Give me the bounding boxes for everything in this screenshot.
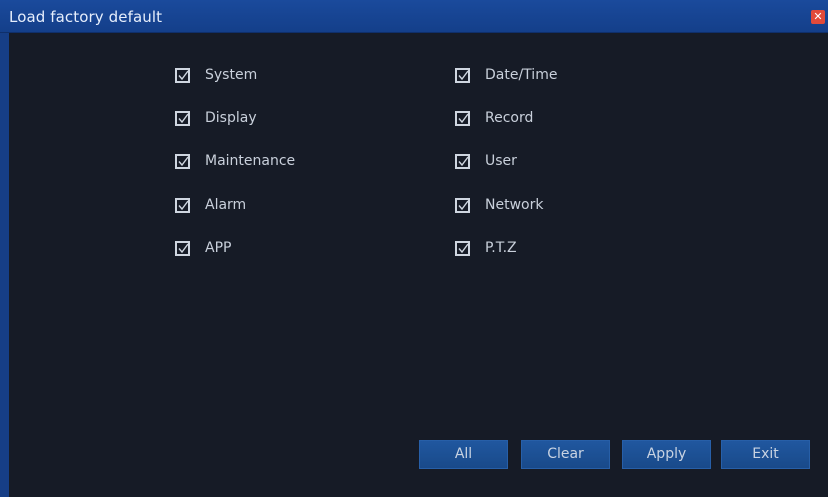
option-label: User <box>485 153 517 169</box>
option-network[interactable]: Network <box>455 195 543 215</box>
option-label: Record <box>485 110 534 126</box>
option-date-time[interactable]: Date/Time <box>455 65 557 85</box>
option-label: P.T.Z <box>485 240 517 256</box>
checkbox-checked-icon[interactable] <box>455 110 470 126</box>
checkbox-checked-icon[interactable] <box>175 110 190 126</box>
dialog-content: System Display Maintenance Alarm APP Dat… <box>9 33 828 497</box>
clear-button[interactable]: Clear <box>521 440 610 469</box>
dialog-title: Load factory default <box>9 8 163 26</box>
checkbox-checked-icon[interactable] <box>175 67 190 83</box>
checkbox-checked-icon[interactable] <box>175 153 190 169</box>
option-label: Alarm <box>205 197 247 213</box>
checkbox-checked-icon[interactable] <box>455 240 470 256</box>
option-label: Network <box>485 197 544 213</box>
option-ptz[interactable]: P.T.Z <box>455 238 517 258</box>
checkbox-checked-icon[interactable] <box>455 197 470 213</box>
checkbox-checked-icon[interactable] <box>455 153 470 169</box>
close-icon[interactable]: ✕ <box>811 10 825 24</box>
option-maintenance[interactable]: Maintenance <box>175 151 295 171</box>
exit-button[interactable]: Exit <box>721 440 810 469</box>
title-bar: Load factory default ✕ <box>0 0 828 33</box>
option-label: Maintenance <box>205 153 296 169</box>
option-display[interactable]: Display <box>175 108 257 128</box>
option-label: Date/Time <box>485 67 558 83</box>
checkbox-checked-icon[interactable] <box>175 240 190 256</box>
option-alarm[interactable]: Alarm <box>175 195 246 215</box>
option-label: APP <box>205 240 232 256</box>
checkbox-checked-icon[interactable] <box>175 197 190 213</box>
apply-button[interactable]: Apply <box>622 440 711 469</box>
checkbox-checked-icon[interactable] <box>455 67 470 83</box>
all-button[interactable]: All <box>419 440 508 469</box>
option-label: Display <box>205 110 257 126</box>
left-accent-bar <box>0 33 9 497</box>
option-system[interactable]: System <box>175 65 257 85</box>
option-record[interactable]: Record <box>455 108 533 128</box>
load-factory-default-dialog: Load factory default ✕ System Display Ma… <box>0 0 828 497</box>
option-app[interactable]: APP <box>175 238 231 258</box>
option-label: System <box>205 67 258 83</box>
option-user[interactable]: User <box>455 151 517 171</box>
